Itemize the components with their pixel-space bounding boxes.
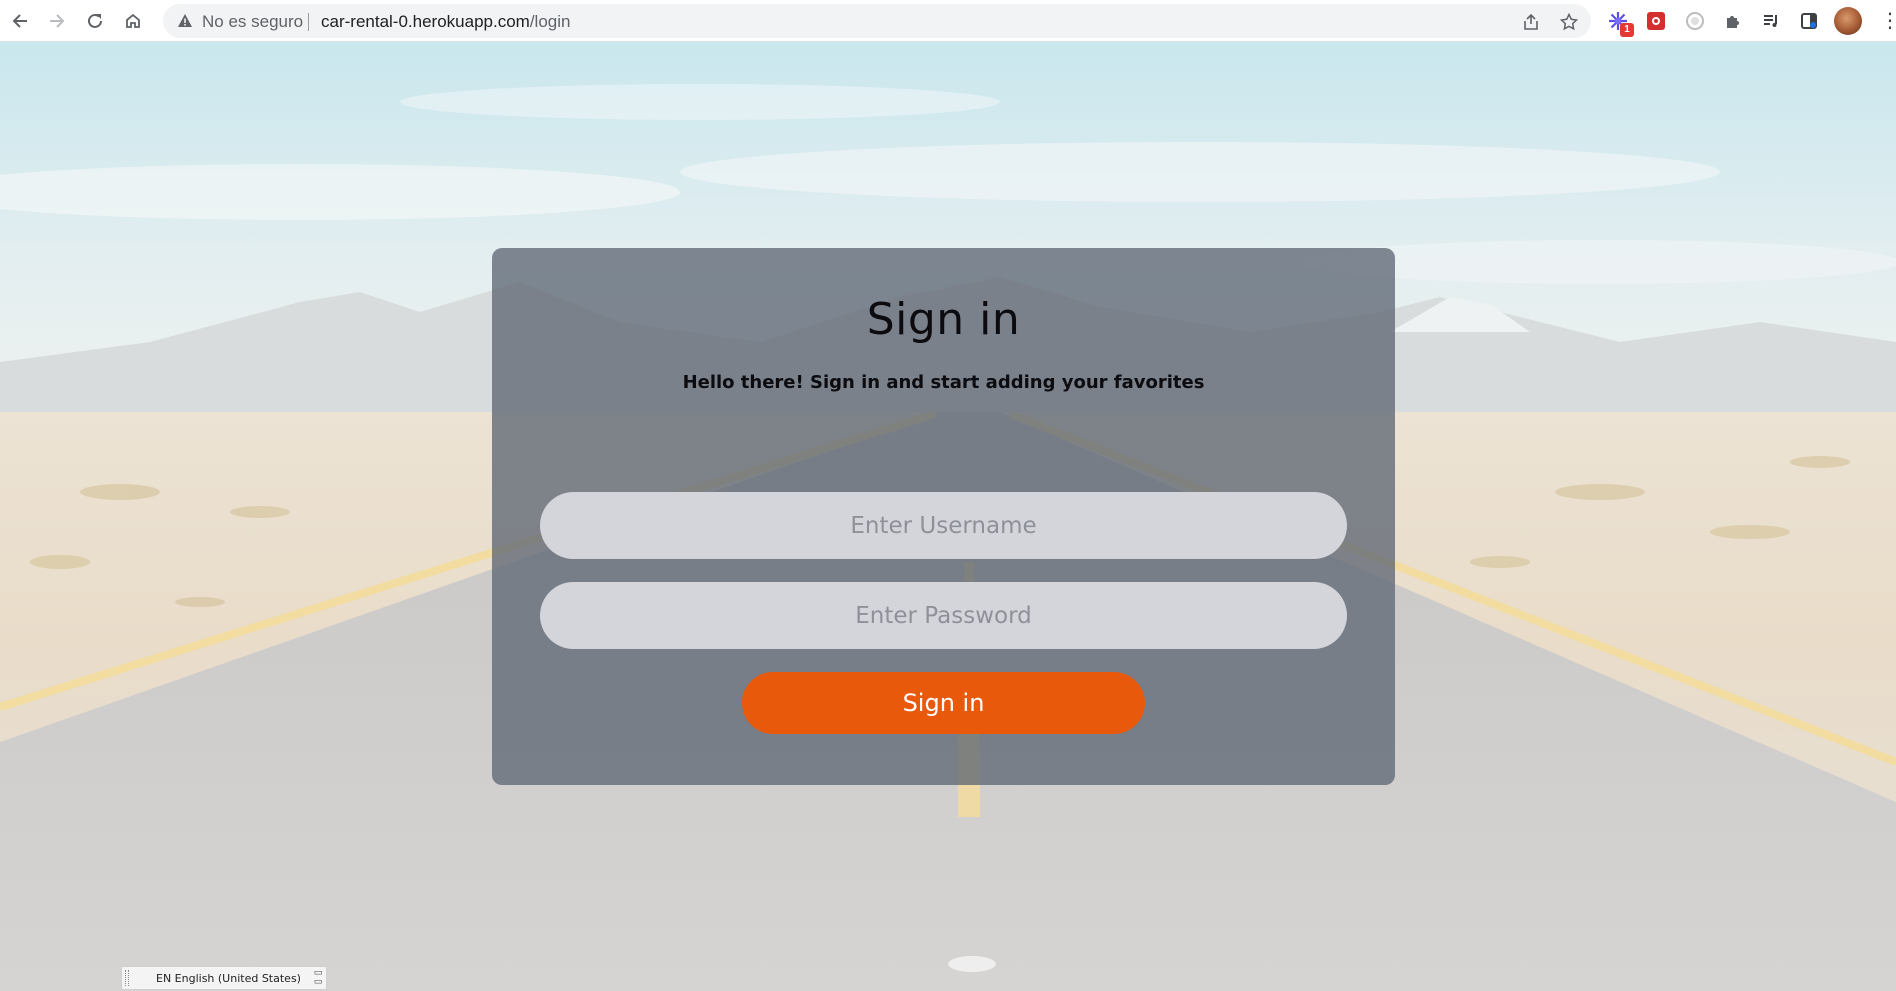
signin-title: Sign in xyxy=(866,294,1021,345)
signin-button[interactable]: Sign in xyxy=(742,672,1145,734)
url-text[interactable]: car-rental-0.herokuapp.com/login xyxy=(321,12,570,32)
url-path: /login xyxy=(529,12,571,31)
home-icon xyxy=(126,13,140,28)
page-viewport: Sign in Hello there! Sign in and start a… xyxy=(0,42,1896,991)
extension-circle-icon[interactable] xyxy=(1682,8,1708,34)
back-arrow-icon xyxy=(12,14,27,28)
reload-icon xyxy=(88,13,102,28)
star-icon[interactable] xyxy=(1557,10,1581,34)
address-bar[interactable]: No es seguro car-rental-0.herokuapp.com/… xyxy=(163,4,1591,38)
url-host: car-rental-0.herokuapp.com xyxy=(321,12,530,31)
sidebar-icon[interactable] xyxy=(1796,8,1822,34)
username-input[interactable] xyxy=(540,492,1347,559)
share-icon[interactable] xyxy=(1519,10,1543,34)
back-button[interactable] xyxy=(5,6,35,36)
language-indicator[interactable]: EN English (United States) xyxy=(156,972,301,985)
puzzle-icon[interactable] xyxy=(1720,8,1746,34)
security-status[interactable]: No es seguro xyxy=(202,12,303,32)
browser-toolbar: No es seguro car-rental-0.herokuapp.com/… xyxy=(0,0,1896,42)
forward-button[interactable] xyxy=(42,6,72,36)
media-icon[interactable] xyxy=(1758,8,1784,34)
signin-subtitle: Hello there! Sign in and start adding yo… xyxy=(682,372,1205,393)
omnibox-separator xyxy=(308,13,309,31)
more-icon[interactable]: ⋮ xyxy=(1880,8,1896,34)
signin-card: Sign in Hello there! Sign in and start a… xyxy=(492,248,1395,785)
extension-badge: 1 xyxy=(1620,23,1634,37)
language-bar[interactable]: EN English (United States) ▭ ▭ xyxy=(121,966,327,990)
language-bar-grip[interactable] xyxy=(125,970,129,986)
extension-red-icon[interactable] xyxy=(1643,8,1669,34)
extension-snowflake-icon[interactable]: 1 xyxy=(1605,8,1634,37)
profile-avatar[interactable] xyxy=(1834,7,1862,35)
password-input[interactable] xyxy=(540,582,1347,649)
language-options-icon[interactable]: ▭ ▭ xyxy=(313,969,323,987)
warning-icon[interactable] xyxy=(175,11,195,31)
forward-arrow-icon xyxy=(50,14,65,28)
home-button[interactable] xyxy=(118,6,148,36)
reload-button[interactable] xyxy=(80,6,110,36)
